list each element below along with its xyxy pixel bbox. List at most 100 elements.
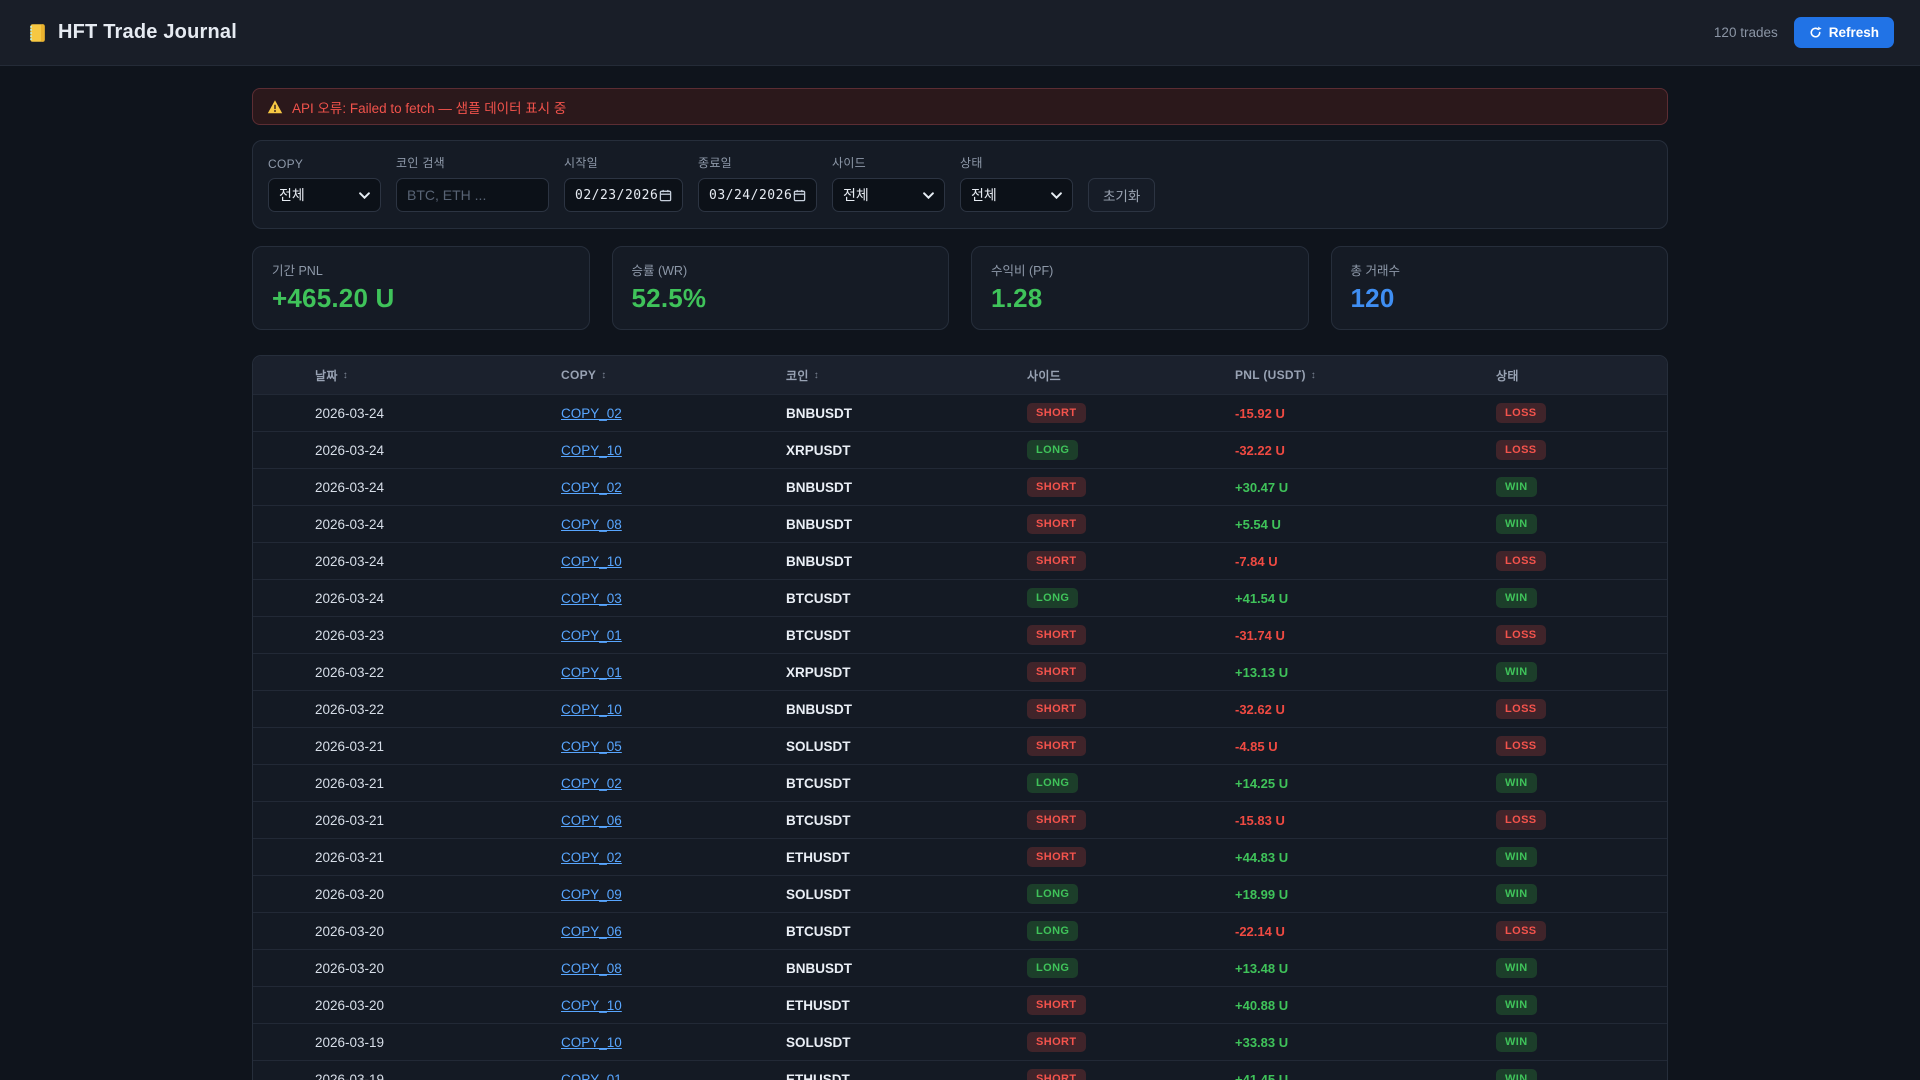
filter-status: 상태 전체 (960, 154, 1073, 212)
trade-coin: SOLUSDT (786, 886, 851, 902)
copy-link[interactable]: COPY_02 (561, 406, 622, 421)
table-body: 2026-03-24 COPY_02 BNBUSDT SHORT -15.92 … (253, 394, 1667, 1080)
status-badge: WIN (1496, 514, 1537, 534)
copy-link[interactable]: COPY_02 (561, 850, 622, 865)
table-header-row: 날짜 ↕ COPY ↕ 코인 ↕ 사이드 PNL (USDT) ↕ 상태 (253, 356, 1667, 394)
copy-link[interactable]: COPY_01 (561, 628, 622, 643)
status-badge: LOSS (1496, 551, 1546, 571)
ledger-notebook-icon (26, 22, 48, 44)
start-date-label: 시작일 (564, 156, 599, 170)
filter-side: 사이드 전체 (832, 154, 945, 212)
stat-label: 총 거래수 (1350, 264, 1400, 278)
trade-coin: BTCUSDT (786, 627, 851, 643)
start-date-input[interactable]: 02/23/2026 (564, 178, 683, 212)
table-row: 2026-03-24 COPY_10 XRPUSDT LONG -32.22 U… (253, 431, 1667, 468)
copy-link[interactable]: COPY_02 (561, 776, 622, 791)
trade-date: 2026-03-24 (315, 442, 385, 458)
calendar-icon[interactable] (793, 189, 806, 202)
trades-table: 날짜 ↕ COPY ↕ 코인 ↕ 사이드 PNL (USDT) ↕ 상태 202… (252, 355, 1668, 1080)
column-header-pnl[interactable]: PNL (USDT) ↕ (1235, 368, 1496, 382)
trade-coin: ETHUSDT (786, 997, 850, 1013)
table-row: 2026-03-22 COPY_01 XRPUSDT SHORT +13.13 … (253, 653, 1667, 690)
status-badge: LOSS (1496, 625, 1546, 645)
stat-card-total-trades: 총 거래수 120 (1330, 246, 1668, 330)
table-row: 2026-03-22 COPY_10 BNBUSDT SHORT -32.62 … (253, 690, 1667, 727)
coin-search-input[interactable] (396, 178, 549, 212)
app-header: HFT Trade Journal 120 trades Refresh (0, 0, 1920, 66)
side-filter-value: 전체 (843, 187, 869, 203)
refresh-icon (1809, 26, 1822, 39)
side-badge: LONG (1027, 884, 1079, 904)
side-badge: SHORT (1027, 1069, 1086, 1080)
copy-link[interactable]: COPY_10 (561, 443, 622, 458)
status-badge: WIN (1496, 588, 1537, 608)
copy-link[interactable]: COPY_10 (561, 702, 622, 717)
side-badge: LONG (1027, 588, 1079, 608)
trade-coin: BNBUSDT (786, 701, 852, 717)
trade-date: 2026-03-22 (315, 701, 385, 717)
calendar-icon[interactable] (659, 189, 672, 202)
header-right: 120 trades Refresh (1714, 17, 1894, 48)
status-badge: LOSS (1496, 736, 1546, 756)
trade-coin: BTCUSDT (786, 590, 851, 606)
trade-pnl: -15.83 U (1235, 812, 1285, 828)
trade-date: 2026-03-21 (315, 812, 385, 828)
copy-filter-label: COPY (268, 157, 304, 171)
column-header-side: 사이드 (1027, 368, 1062, 383)
refresh-label: Refresh (1828, 25, 1879, 40)
copy-link[interactable]: COPY_02 (561, 480, 622, 495)
sort-icon: ↕ (1310, 369, 1317, 381)
trade-date: 2026-03-19 (315, 1034, 385, 1050)
copy-link[interactable]: COPY_03 (561, 591, 622, 606)
table-row: 2026-03-21 COPY_02 ETHUSDT SHORT +44.83 … (253, 838, 1667, 875)
copy-link[interactable]: COPY_06 (561, 924, 622, 939)
trade-pnl: +30.47 U (1235, 479, 1289, 495)
table-row: 2026-03-24 COPY_02 BNBUSDT SHORT +30.47 … (253, 468, 1667, 505)
copy-link[interactable]: COPY_10 (561, 554, 622, 569)
refresh-button[interactable]: Refresh (1793, 17, 1894, 48)
trade-pnl: +13.13 U (1235, 664, 1289, 680)
start-date-value: 02/23/2026 (575, 187, 659, 203)
copy-link[interactable]: COPY_08 (561, 961, 622, 976)
trade-date: 2026-03-24 (315, 590, 385, 606)
copy-link[interactable]: COPY_09 (561, 887, 622, 902)
reset-filters-button[interactable]: 초기화 (1088, 178, 1156, 212)
status-badge: LOSS (1496, 921, 1546, 941)
column-header-date[interactable]: 날짜 ↕ (315, 367, 561, 384)
status-badge: WIN (1496, 477, 1537, 497)
chevron-down-icon (1051, 191, 1062, 199)
copy-link[interactable]: COPY_05 (561, 739, 622, 754)
copy-link[interactable]: COPY_06 (561, 813, 622, 828)
column-header-coin[interactable]: 코인 ↕ (786, 367, 1027, 384)
table-row: 2026-03-24 COPY_10 BNBUSDT SHORT -7.84 U… (253, 542, 1667, 579)
copy-link[interactable]: COPY_08 (561, 517, 622, 532)
copy-filter-value: 전체 (279, 187, 305, 203)
stat-card-period-pnl: 기간 PNL +465.20 U (252, 246, 590, 330)
column-header-copy[interactable]: COPY ↕ (561, 368, 786, 382)
trade-pnl: -15.92 U (1235, 405, 1285, 421)
copy-link[interactable]: COPY_10 (561, 1035, 622, 1050)
copy-link[interactable]: COPY_01 (561, 665, 622, 680)
sort-icon: ↕ (813, 369, 819, 381)
table-row: 2026-03-21 COPY_06 BTCUSDT SHORT -15.83 … (253, 801, 1667, 838)
side-badge: SHORT (1027, 551, 1086, 571)
trade-pnl: -32.62 U (1235, 701, 1285, 717)
copy-link[interactable]: COPY_01 (561, 1072, 622, 1080)
filter-coin-search: 코인 검색 (396, 154, 549, 212)
copy-link[interactable]: COPY_10 (561, 998, 622, 1013)
side-filter-select[interactable]: 전체 (832, 178, 945, 212)
side-badge: LONG (1027, 958, 1079, 978)
table-row: 2026-03-20 COPY_10 ETHUSDT SHORT +40.88 … (253, 986, 1667, 1023)
stat-value: 120 (1350, 283, 1395, 313)
side-badge: SHORT (1027, 403, 1086, 423)
trade-date: 2026-03-20 (315, 886, 385, 902)
trade-coin: BTCUSDT (786, 923, 851, 939)
copy-filter-select[interactable]: 전체 (268, 178, 381, 212)
status-filter-label: 상태 (960, 156, 983, 170)
trade-coin: XRPUSDT (786, 442, 851, 458)
end-date-input[interactable]: 03/24/2026 (698, 178, 817, 212)
trade-pnl: -31.74 U (1235, 627, 1285, 643)
trade-date: 2026-03-23 (315, 627, 385, 643)
status-filter-select[interactable]: 전체 (960, 178, 1073, 212)
status-badge: WIN (1496, 958, 1537, 978)
